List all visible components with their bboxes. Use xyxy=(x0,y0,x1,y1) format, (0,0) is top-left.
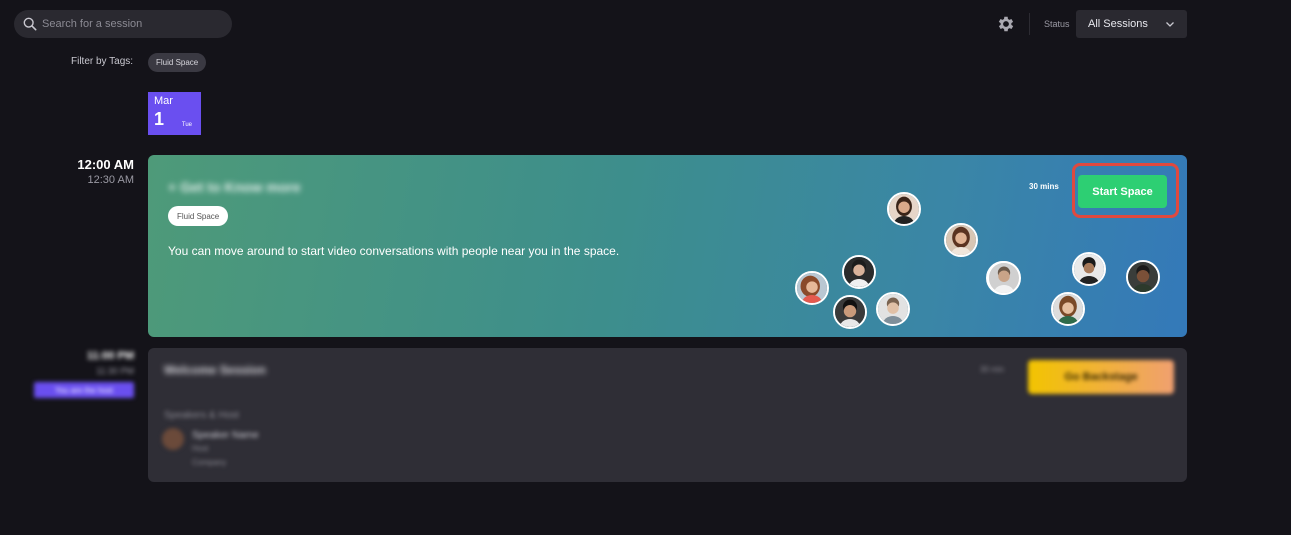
date-day: 1 xyxy=(154,109,165,129)
participant-avatar xyxy=(1051,292,1085,326)
status-selected-value: All Sessions xyxy=(1088,18,1148,30)
status-dropdown[interactable]: All Sessions xyxy=(1076,10,1187,38)
session2-start-time: 11:00 PM xyxy=(86,350,134,362)
participant-avatar xyxy=(987,261,1021,295)
date-badge: Mar 1 Tue xyxy=(148,92,201,135)
host-badge: You are the host xyxy=(34,382,134,398)
session2-title: Welcome Session xyxy=(164,363,266,377)
session2-duration: 30 min xyxy=(980,365,1005,374)
gear-icon[interactable] xyxy=(996,14,1016,34)
speaker-avatar xyxy=(162,428,184,450)
participant-avatar xyxy=(833,295,867,329)
participant-avatar xyxy=(795,271,829,305)
participant-avatar xyxy=(1126,260,1160,294)
date-month: Mar xyxy=(154,95,173,107)
speaker-company: Company xyxy=(192,458,227,467)
search-bar[interactable] xyxy=(14,10,232,38)
go-backstage-button[interactable]: Go Backstage xyxy=(1028,360,1174,394)
speaker-role: Host xyxy=(192,444,209,453)
session-card-2[interactable]: Welcome Session 30 min Go Backstage Spea… xyxy=(148,348,1187,482)
session-tag: Fluid Space xyxy=(168,206,229,226)
session-title: + Get to Know more xyxy=(168,179,301,195)
session-card[interactable]: + Get to Know more Fluid Space You can m… xyxy=(148,155,1187,337)
participant-avatar xyxy=(887,192,921,226)
start-space-button[interactable]: Start Space xyxy=(1078,175,1167,208)
session-description: You can move around to start video conve… xyxy=(168,244,620,258)
date-weekday: Tue xyxy=(181,122,192,128)
session-duration: 30 mins xyxy=(1029,182,1059,191)
participant-avatar xyxy=(876,292,910,326)
speakers-label: Speakers & Host xyxy=(164,410,240,421)
speaker-name: Speaker Name xyxy=(192,430,259,441)
search-icon xyxy=(23,17,37,31)
participant-avatar xyxy=(842,255,876,289)
filter-by-tags-label: Filter by Tags: xyxy=(71,56,134,67)
session2-end-time: 11:30 PM xyxy=(96,366,134,376)
status-label: Status xyxy=(1044,19,1070,29)
session-end-time: 12:30 AM xyxy=(87,174,134,186)
session-start-time: 12:00 AM xyxy=(77,157,134,172)
chevron-down-icon xyxy=(1166,22,1174,27)
search-input[interactable] xyxy=(42,18,222,30)
tag-filter-fluid-space[interactable]: Fluid Space xyxy=(148,53,207,72)
participant-avatar xyxy=(944,223,978,257)
participant-avatar xyxy=(1072,252,1106,286)
toolbar-divider xyxy=(1029,13,1030,35)
